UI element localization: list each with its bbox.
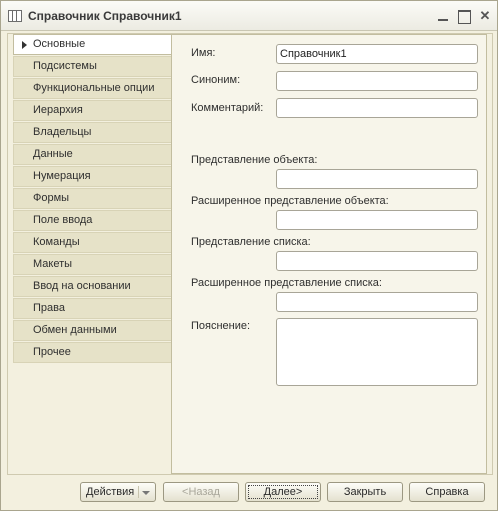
extended-list-presentation-label: Расширенное представление списка: bbox=[191, 277, 382, 289]
current-tab-arrow-icon bbox=[22, 41, 27, 49]
extended-object-presentation-field[interactable] bbox=[276, 210, 478, 230]
extended-object-presentation-label: Расширенное представление объекта: bbox=[191, 195, 389, 207]
sidebar-item-templates[interactable]: Макеты bbox=[13, 254, 172, 275]
maximize-icon[interactable] bbox=[456, 8, 472, 24]
sidebar-item-input-field[interactable]: Поле ввода bbox=[13, 210, 172, 231]
extended-list-presentation-field[interactable] bbox=[276, 292, 478, 312]
sidebar-item-owners[interactable]: Владельцы bbox=[13, 122, 172, 143]
sidebar-item-label: Ввод на основании bbox=[33, 280, 131, 292]
sidebar-nav: Основные Подсистемы Функциональные опции… bbox=[13, 34, 173, 364]
metadata-object-window: Справочник Справочник1 ✕ Основные Подсис… bbox=[0, 0, 498, 511]
sidebar-item-label: Функциональные опции bbox=[33, 82, 155, 94]
sidebar-item-label: Макеты bbox=[33, 258, 73, 270]
name-field[interactable] bbox=[276, 44, 478, 64]
sidebar-item-label: Права bbox=[33, 302, 65, 314]
sidebar-item-data-exchange[interactable]: Обмен данными bbox=[13, 320, 172, 341]
synonym-field[interactable] bbox=[276, 71, 478, 91]
comment-field[interactable] bbox=[276, 98, 478, 118]
sidebar-item-label: Владельцы bbox=[33, 126, 92, 138]
sidebar-item-label: Формы bbox=[33, 192, 70, 204]
synonym-label: Синоним: bbox=[191, 74, 241, 86]
close-icon[interactable]: ✕ bbox=[477, 8, 493, 24]
chevron-down-icon bbox=[142, 491, 150, 495]
list-presentation-field[interactable] bbox=[276, 251, 478, 271]
object-presentation-field[interactable] bbox=[276, 169, 478, 189]
sidebar-item-label: Нумерация bbox=[33, 170, 91, 182]
comment-label: Комментарий: bbox=[191, 102, 264, 114]
sidebar-item-label: Иерархия bbox=[33, 104, 83, 116]
window-title: Справочник Справочник1 bbox=[28, 9, 182, 23]
back-button[interactable]: <Назад bbox=[163, 482, 239, 502]
sidebar-item-hierarchy[interactable]: Иерархия bbox=[13, 100, 172, 121]
catalog-icon bbox=[8, 10, 22, 22]
divider bbox=[138, 486, 139, 498]
sidebar-item-commands[interactable]: Команды bbox=[13, 232, 172, 253]
explanation-field[interactable] bbox=[276, 318, 478, 386]
sidebar-item-subsystems[interactable]: Подсистемы bbox=[13, 56, 172, 77]
explanation-label: Пояснение: bbox=[191, 320, 251, 332]
sidebar-item-label: Обмен данными bbox=[33, 324, 117, 336]
actions-button-label: Действия bbox=[86, 486, 135, 498]
sidebar-item-rights[interactable]: Права bbox=[13, 298, 172, 319]
sidebar-item-label: Поле ввода bbox=[33, 214, 93, 226]
sidebar-item-label: Прочее bbox=[33, 346, 71, 358]
list-presentation-label: Представление списка: bbox=[191, 236, 311, 248]
sidebar-item-input-based-on[interactable]: Ввод на основании bbox=[13, 276, 172, 297]
sidebar-item-main[interactable]: Основные bbox=[13, 34, 173, 55]
minimize-icon[interactable] bbox=[435, 8, 451, 24]
object-presentation-label: Представление объекта: bbox=[191, 154, 318, 166]
name-label: Имя: bbox=[191, 47, 216, 59]
actions-menu-button[interactable]: Действия bbox=[80, 482, 156, 502]
sidebar-item-label: Данные bbox=[33, 148, 73, 160]
sidebar-item-label: Подсистемы bbox=[33, 60, 97, 72]
sidebar-item-functional-options[interactable]: Функциональные опции bbox=[13, 78, 172, 99]
close-button[interactable]: Закрыть bbox=[327, 482, 403, 502]
help-button[interactable]: Справка bbox=[409, 482, 485, 502]
sidebar-item-label: Основные bbox=[33, 38, 86, 50]
title-bar[interactable]: Справочник Справочник1 ✕ bbox=[1, 1, 497, 31]
next-button[interactable]: Далее> bbox=[245, 482, 321, 502]
sidebar-item-label: Команды bbox=[33, 236, 80, 248]
sidebar-item-other[interactable]: Прочее bbox=[13, 342, 172, 363]
sidebar-item-forms[interactable]: Формы bbox=[13, 188, 172, 209]
sidebar-item-data[interactable]: Данные bbox=[13, 144, 172, 165]
sidebar-item-numbering[interactable]: Нумерация bbox=[13, 166, 172, 187]
